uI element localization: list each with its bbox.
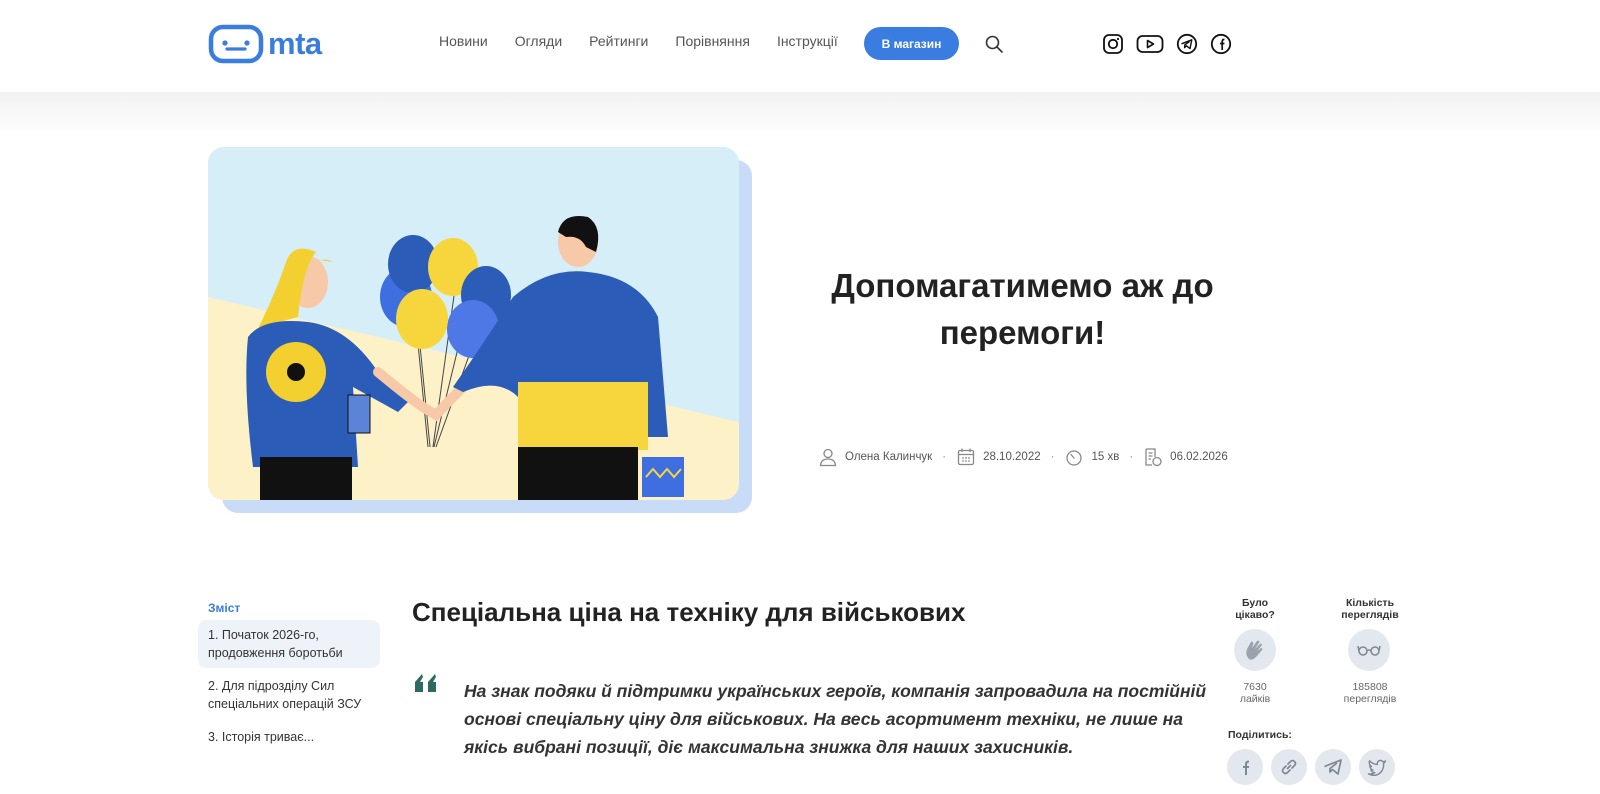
share-facebook-button[interactable] (1227, 749, 1263, 785)
facebook-icon (1243, 760, 1250, 775)
nav-item-comparisons[interactable]: Порівняння (675, 33, 750, 49)
article-quote: На знак подяки й підтримки українських г… (464, 681, 1207, 757)
like-button[interactable] (1234, 629, 1276, 671)
likes-label: Було цікаво? (1235, 597, 1275, 621)
youtube-icon[interactable] (1136, 33, 1164, 55)
section-heading: Спеціальна ціна на техніку для військови… (412, 597, 966, 627)
updated-date: 06.02.2026 (1170, 451, 1228, 463)
logo[interactable]: mta (208, 24, 322, 64)
likes-unit: лайків (1239, 693, 1271, 705)
views-count: 185808 (1352, 681, 1388, 693)
updated-document-icon (1145, 448, 1162, 467)
site-header: mta Новини Огляди Рейтинги Порівняння Ін… (0, 0, 1600, 92)
instagram-icon[interactable] (1102, 33, 1124, 55)
published-date: 28.10.2022 (983, 451, 1041, 463)
link-icon (1281, 759, 1297, 775)
share-twitter-button[interactable] (1359, 749, 1395, 785)
header-shadow-band (0, 92, 1600, 137)
clapping-hands-icon (1246, 640, 1263, 660)
hero-image (208, 147, 739, 500)
share-label: Поділитись: (1228, 729, 1292, 741)
telegram-icon (1324, 759, 1342, 775)
toc-title: Зміст (208, 601, 241, 615)
toc-item-1[interactable]: 1. Початок 2026-го, продовження боротьби (198, 620, 380, 668)
meta-separator: · (1129, 451, 1134, 463)
twitter-icon (1367, 759, 1387, 776)
views-label: Кількість переглядів (1341, 597, 1399, 621)
facebook-icon[interactable] (1210, 33, 1232, 55)
meta-separator: · (942, 451, 947, 463)
toc-item-3[interactable]: 3. Історія триває... (198, 722, 380, 752)
nav-item-ratings[interactable]: Рейтинги (589, 33, 648, 49)
share-copy-link-button[interactable] (1271, 749, 1307, 785)
likes-count: 7630 (1243, 681, 1267, 693)
logo-face-icon (208, 24, 264, 64)
glasses-icon (1357, 645, 1381, 656)
toc-item-2[interactable]: 2. Для підрозділу Сил спеціальних операц… (198, 671, 380, 719)
share-telegram-button[interactable] (1315, 749, 1351, 785)
article-meta: Олена Калинчук · 28.10.2022 · 15 хв · 06… (818, 447, 1228, 467)
nav-item-instructions[interactable]: Інструкції (777, 33, 838, 49)
nav-item-reviews[interactable]: Огляди (515, 33, 562, 49)
meta-separator: · (1050, 451, 1055, 463)
nav-item-news[interactable]: Новини (439, 33, 488, 49)
search-icon[interactable] (984, 34, 1004, 54)
social-links (1102, 33, 1232, 55)
couple-with-balloons-illustration (208, 147, 739, 500)
shop-button[interactable]: В магазин (864, 27, 959, 60)
telegram-icon[interactable] (1176, 33, 1198, 55)
views-unit: переглядів (1343, 693, 1397, 705)
user-icon (819, 448, 837, 467)
calendar-icon (957, 448, 975, 466)
views-badge (1348, 629, 1390, 671)
article-title: Допомагатимемо аж до перемоги! (831, 267, 1214, 351)
logo-text: mta (268, 26, 322, 61)
main-nav: Новини Огляди Рейтинги Порівняння Інстру… (439, 33, 865, 49)
quote-mark-icon (415, 674, 436, 692)
author-name[interactable]: Олена Калинчук (845, 451, 932, 463)
read-time: 15 хв (1091, 451, 1120, 463)
timer-icon (1066, 450, 1083, 466)
